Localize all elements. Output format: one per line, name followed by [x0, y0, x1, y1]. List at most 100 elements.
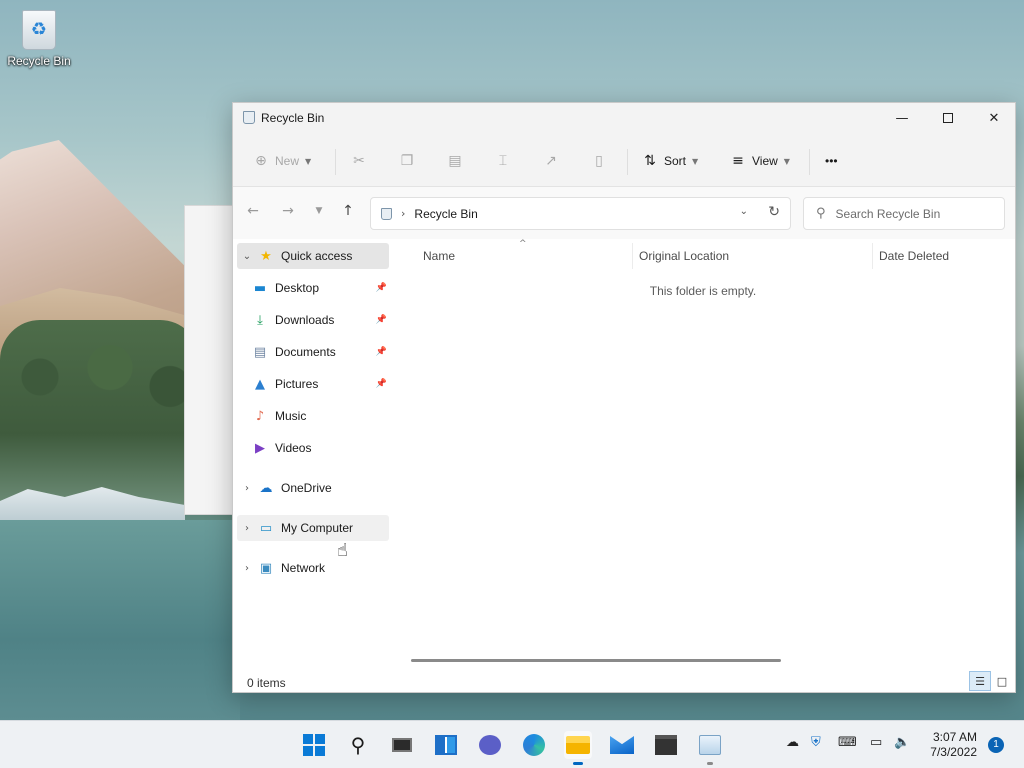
nav-item-label: Downloads [275, 313, 335, 327]
up-button[interactable]: ↑ [336, 203, 360, 225]
search-input[interactable] [835, 206, 996, 221]
chat-button[interactable] [476, 731, 504, 759]
system-clock[interactable]: 3:07 AM 7/3/2022 [920, 730, 977, 760]
search-box[interactable]: ⚲ [803, 197, 1005, 230]
chevron-right-icon[interactable]: › [237, 563, 257, 574]
status-bar: 0 items ☰ □ [233, 669, 1015, 693]
file-explorer-button[interactable] [564, 731, 592, 765]
desktop-recycle-bin[interactable]: Recycle Bin [6, 10, 72, 68]
view-button[interactable]: ≡ View ▼ [726, 147, 794, 175]
chevron-down-icon[interactable]: ⌄ [740, 206, 748, 217]
arrow-right-icon: → [282, 203, 294, 219]
more-options-button[interactable]: ••• [821, 147, 842, 175]
arrow-left-icon: ← [247, 203, 259, 219]
address-bar-area: ← → ▼ ↑ › Recycle Bin ⌄ ↻ ⚲ [233, 187, 1015, 239]
mail-button[interactable] [608, 731, 636, 759]
running-indicator [573, 762, 583, 765]
nav-item-quick-access[interactable]: ⌄ ★ Quick access [237, 243, 389, 269]
toolbar-divider [335, 149, 336, 175]
rename-button[interactable]: ⌶ [491, 147, 515, 175]
start-button[interactable] [300, 731, 328, 759]
sort-button[interactable]: ⇅ Sort ▼ [638, 147, 702, 175]
copy-button[interactable]: ❐ [395, 147, 419, 175]
sort-icon: ⇅ [644, 153, 656, 169]
edge-icon [523, 734, 545, 756]
column-header-original-location[interactable]: Original Location [639, 249, 729, 263]
nav-item-videos[interactable]: ▶ Videos [237, 435, 389, 461]
title-bar[interactable]: Recycle Bin — ✕ [233, 103, 1015, 133]
share-button[interactable]: ↗ [539, 147, 563, 175]
control-panel-icon [699, 735, 721, 755]
view-label: View [752, 154, 778, 168]
nav-item-music[interactable]: ♪ Music [237, 403, 389, 429]
network-status-icon[interactable]: ▭ [870, 735, 882, 750]
column-divider[interactable] [872, 243, 873, 269]
column-header-name[interactable]: Name [423, 249, 455, 263]
sort-ascending-icon: ^ [519, 239, 527, 249]
nav-item-label: Quick access [281, 249, 353, 263]
details-view-button[interactable]: ☰ [969, 671, 991, 691]
chevron-right-icon[interactable]: › [237, 483, 257, 494]
address-bar[interactable]: › Recycle Bin ⌄ ↻ [370, 197, 791, 230]
nav-item-label: Documents [275, 345, 336, 359]
close-button[interactable]: ✕ [971, 103, 1017, 133]
breadcrumb[interactable]: Recycle Bin [414, 207, 477, 221]
edge-button[interactable] [520, 731, 548, 759]
column-divider[interactable] [632, 243, 633, 269]
tiles-view-button[interactable]: □ [991, 671, 1013, 691]
pin-icon: 📌 [375, 315, 387, 325]
horizontal-scrollbar[interactable] [411, 659, 781, 662]
nav-item-downloads[interactable]: ⤓ Downloads 📌 [237, 307, 389, 333]
recent-locations-button[interactable]: ▼ [307, 206, 331, 228]
toolbar-divider [627, 149, 628, 175]
nav-item-my-computer[interactable]: › ▭ My Computer [237, 515, 389, 541]
details-view-icon: ☰ [975, 674, 985, 688]
forward-button[interactable]: → [276, 203, 300, 225]
search-icon: ⚲ [816, 206, 826, 221]
new-button[interactable]: ⊕ New ▼ [249, 147, 315, 175]
nav-item-onedrive[interactable]: › ☁ OneDrive [237, 475, 389, 501]
nav-item-documents[interactable]: ▤ Documents 📌 [237, 339, 389, 365]
notification-badge[interactable]: 1 [988, 737, 1004, 753]
hand-cursor-icon: ☝ [337, 540, 348, 561]
rename-icon: ⌶ [498, 153, 508, 169]
chevron-right-icon[interactable]: › [237, 523, 257, 534]
task-view-button[interactable] [388, 731, 416, 759]
nav-item-network[interactable]: › ▣ Network [237, 555, 389, 581]
pictures-icon: ▲ [255, 376, 265, 392]
chevron-down-icon[interactable]: ⌄ [237, 251, 257, 262]
back-button[interactable]: ← [241, 203, 265, 225]
chevron-down-icon: ▼ [692, 156, 699, 166]
running-indicator [707, 762, 713, 765]
security-shield-icon[interactable]: ⛨ [811, 735, 821, 750]
store-button[interactable] [652, 731, 680, 759]
pin-icon: 📌 [375, 379, 387, 389]
nav-item-label: Videos [275, 441, 312, 455]
maximize-button[interactable] [925, 103, 971, 133]
document-icon: ▤ [253, 344, 267, 360]
maximize-icon [943, 113, 953, 123]
control-panel-button[interactable] [696, 731, 724, 765]
videos-icon: ▶ [255, 440, 265, 456]
column-header-date-deleted[interactable]: Date Deleted [879, 249, 949, 263]
command-bar: ⊕ New ▼ ✂ ❐ ▤ ⌶ ↗ ▯ ⇅ Sort ▼ ≡ View ▼ ••… [233, 133, 1015, 187]
keyboard-icon[interactable]: ⌨ [838, 735, 857, 750]
search-button[interactable]: ⚲ [344, 731, 372, 759]
network-icon: ▣ [259, 560, 273, 576]
nav-item-desktop[interactable]: ▬ Desktop 📌 [237, 275, 389, 301]
onedrive-offline-icon[interactable]: ☁ [786, 735, 799, 750]
nav-item-label: Network [281, 561, 326, 575]
volume-icon[interactable]: 🔈 [894, 735, 910, 750]
desktop-icon-label: Recycle Bin [7, 54, 71, 68]
file-explorer-window: Recycle Bin — ✕ ⊕ New ▼ ✂ ❐ ▤ ⌶ ↗ ▯ ⇅ So… [232, 102, 1016, 693]
navigation-pane: ⌄ ★ Quick access ▬ Desktop 📌 ⤓ Downloads… [233, 239, 391, 659]
minimize-button[interactable]: — [879, 103, 925, 133]
refresh-icon[interactable]: ↻ [768, 204, 780, 220]
delete-button[interactable]: ▯ [587, 147, 611, 175]
nav-item-pictures[interactable]: ▲ Pictures 📌 [237, 371, 389, 397]
empty-folder-message: This folder is empty. [649, 284, 757, 298]
cut-button[interactable]: ✂ [347, 147, 371, 175]
store-icon [655, 735, 677, 755]
paste-button[interactable]: ▤ [443, 147, 467, 175]
widgets-button[interactable] [432, 731, 460, 759]
